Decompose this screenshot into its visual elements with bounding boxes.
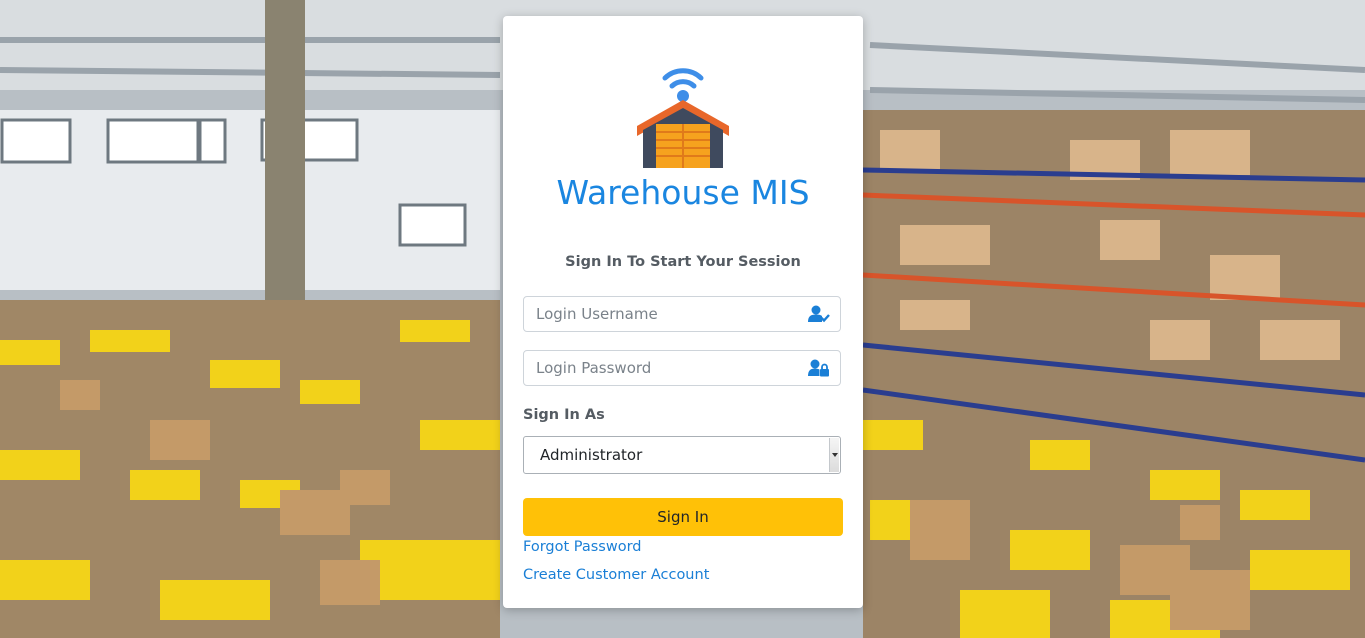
session-subtitle: Sign In To Start Your Session [565, 254, 801, 270]
role-select-value: Administrator [540, 446, 643, 464]
username-input[interactable] [536, 297, 806, 331]
role-select[interactable]: Administrator [523, 436, 841, 474]
password-input[interactable] [536, 351, 806, 385]
user-check-icon [808, 305, 830, 323]
sign-in-button[interactable]: Sign In [523, 498, 843, 536]
username-field[interactable] [523, 296, 841, 332]
login-card: Warehouse MIS Sign In To Start Your Sess… [503, 16, 863, 608]
user-lock-icon [808, 359, 829, 377]
password-field[interactable] [523, 350, 841, 386]
create-customer-account-link[interactable]: Create Customer Account [523, 567, 709, 583]
sign-in-as-label: Sign In As [523, 407, 605, 423]
chevron-down-icon[interactable] [829, 438, 839, 472]
forgot-password-link[interactable]: Forgot Password [523, 539, 642, 555]
app-title: Warehouse MIS [556, 173, 810, 212]
warehouse-wifi-icon [637, 68, 729, 168]
